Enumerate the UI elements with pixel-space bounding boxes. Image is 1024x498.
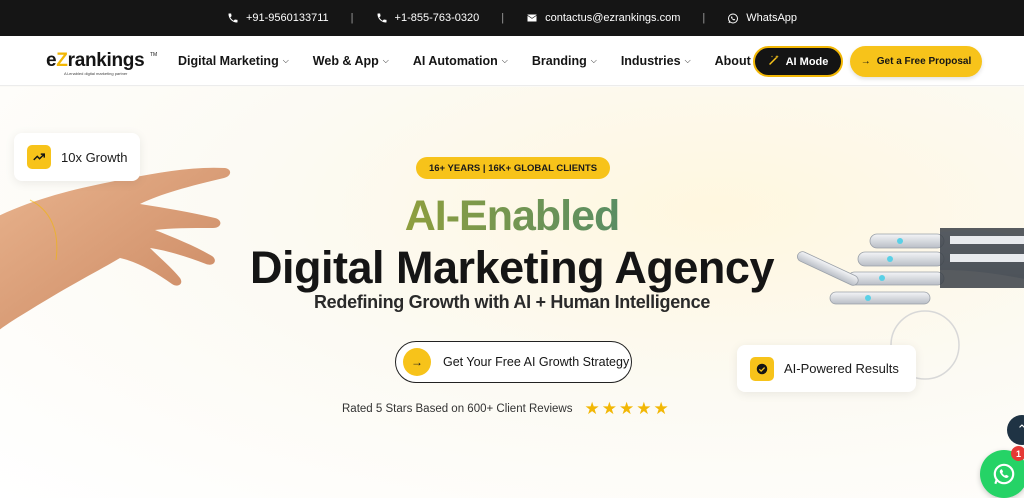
- separator: |: [350, 12, 354, 24]
- cta-label: Get Your Free AI Growth Strategy: [443, 355, 630, 369]
- hero-subtitle: Redefining Growth with AI + Human Intell…: [313, 292, 711, 312]
- star-icon: ★: [653, 399, 669, 418]
- chevron-up-icon: ⌃: [1016, 422, 1024, 437]
- logo-z: Z: [56, 50, 68, 71]
- chevron-down-icon: ⌵: [684, 56, 691, 65]
- phone-icon: [376, 12, 388, 24]
- check-circle-icon: [750, 356, 774, 381]
- email-text: contactus@ezrankings.com: [545, 12, 681, 24]
- phone-us-text: +1-855-763-0320: [394, 12, 480, 24]
- chevron-down-icon: ⌵: [590, 56, 597, 65]
- logo-prefix: e: [46, 50, 57, 71]
- ai-mode-label: AI Mode: [785, 55, 829, 68]
- star-rating: ★ ★ ★ ★ ★: [584, 400, 668, 417]
- hero-title-main: Digital Marketing Agency: [250, 242, 774, 293]
- nav-item-industries[interactable]: Industries ⌵: [621, 54, 691, 68]
- whatsapp-text: WhatsApp: [746, 12, 798, 24]
- free-proposal-label: Get a Free Proposal: [876, 56, 972, 67]
- main-navbar: eZrankings TM AI-enabled digital marketi…: [0, 36, 1024, 86]
- chevron-down-icon: ⌵: [282, 56, 289, 65]
- nav-label: Branding: [531, 54, 587, 68]
- phone-india-link[interactable]: +91-9560133711: [227, 12, 329, 24]
- whatsapp-link[interactable]: WhatsApp: [727, 12, 797, 24]
- separator: |: [702, 12, 706, 24]
- arrow-right-icon: →: [860, 56, 871, 67]
- nav-label: Industries: [620, 54, 681, 68]
- experience-pill: 16+ YEARS | 16K+ GLOBAL CLIENTS: [416, 157, 610, 179]
- star-icon: ★: [636, 399, 652, 418]
- nav-item-digital-marketing[interactable]: Digital Marketing ⌵: [178, 54, 289, 68]
- rating-row: Rated 5 Stars Based on 600+ Client Revie…: [342, 400, 669, 417]
- star-icon: ★: [584, 399, 600, 418]
- logo-suffix: rankings: [67, 50, 145, 71]
- nav-label: AI Automation: [412, 54, 498, 68]
- nav-menu: Digital Marketing ⌵ Web & App ⌵ AI Automat…: [178, 36, 785, 86]
- whatsapp-icon: [993, 463, 1015, 485]
- trending-up-icon: [27, 145, 51, 169]
- chevron-down-icon: ⌵: [382, 56, 389, 65]
- logo-wordmark: eZrankings: [46, 50, 145, 72]
- phone-india-text: +91-9560133711: [245, 12, 329, 24]
- nav-label: Digital Marketing: [178, 54, 279, 68]
- star-icon: ★: [601, 399, 617, 418]
- arrow-right-icon: →: [403, 348, 431, 376]
- mail-icon: [526, 12, 538, 24]
- hero-title-ai: AI-Enabled: [0, 192, 1024, 241]
- logo-tagline: AI-enabled digital marketing partner: [64, 71, 128, 76]
- nav-label: Web & App: [312, 54, 379, 68]
- ai-results-badge: AI-Powered Results: [737, 345, 916, 392]
- nav-item-web-app[interactable]: Web & App ⌵: [313, 54, 389, 68]
- top-contact-bar: +91-9560133711 | +1-855-763-0320 | conta…: [0, 0, 1024, 36]
- separator: |: [501, 12, 505, 24]
- phone-us-link[interactable]: +1-855-763-0320: [376, 12, 480, 24]
- logo-tm: TM: [150, 52, 158, 58]
- nav-item-branding[interactable]: Branding ⌵: [532, 54, 597, 68]
- star-icon: ★: [618, 399, 635, 418]
- growth-strategy-cta-button[interactable]: → Get Your Free AI Growth Strategy: [395, 341, 632, 383]
- phone-icon: [227, 12, 239, 24]
- nav-item-ai-automation[interactable]: AI Automation ⌵: [413, 54, 508, 68]
- ai-results-label: AI-Powered Results: [784, 361, 899, 376]
- rating-text: Rated 5 Stars Based on 600+ Client Revie…: [342, 402, 573, 415]
- free-proposal-button[interactable]: → Get a Free Proposal: [850, 46, 982, 77]
- magic-wand-icon: [768, 54, 780, 69]
- chevron-down-icon: ⌵: [501, 56, 508, 65]
- ai-mode-button[interactable]: AI Mode: [753, 46, 843, 77]
- ezrankings-logo[interactable]: eZrankings TM AI-enabled digital marketi…: [46, 46, 158, 78]
- email-link[interactable]: contactus@ezrankings.com: [526, 12, 680, 24]
- nav-label: About: [714, 54, 751, 68]
- growth-badge-label: 10x Growth: [61, 149, 128, 165]
- whatsapp-icon: [727, 12, 739, 24]
- growth-badge: 10x Growth: [14, 133, 140, 181]
- whatsapp-unread-badge: 1: [1011, 446, 1024, 461]
